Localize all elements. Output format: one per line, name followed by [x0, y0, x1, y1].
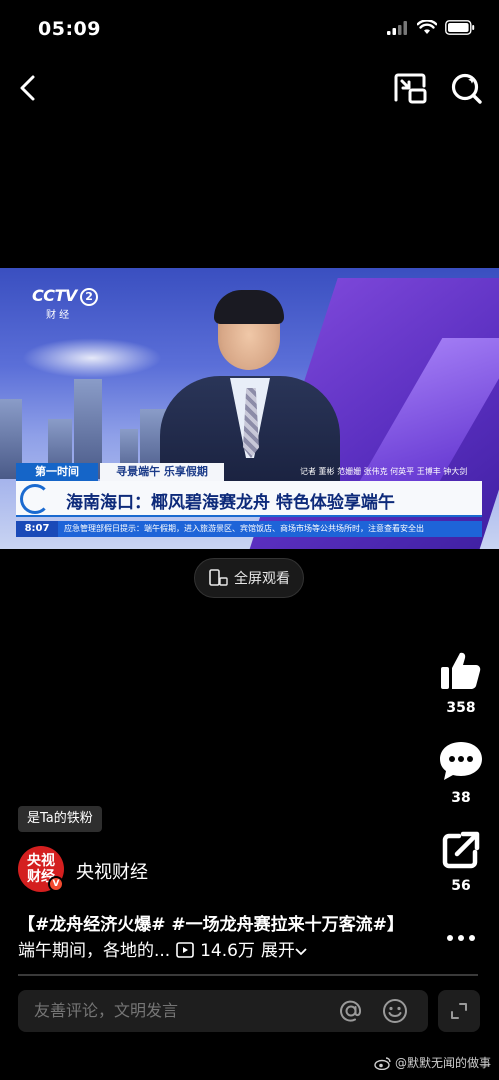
- verified-badge-icon: V: [48, 876, 64, 892]
- watermark-text: @默默无闻的做事: [394, 1056, 491, 1070]
- fullscreen-button[interactable]: 全屏观看: [194, 558, 304, 598]
- caption-text: 端午期间，各地的...: [18, 941, 171, 961]
- news-headline: 海南海口：椰风碧海赛龙舟 特色体验享端午: [66, 493, 395, 513]
- news-ticker: 应急管理部假日提示：端午假期，进入旅游景区、宾馆饭店、商场市场等公共场所时，注意…: [58, 521, 482, 537]
- news-anchor-hair: [214, 290, 284, 324]
- video-progress-bar[interactable]: [18, 974, 478, 976]
- topic-tag: 寻景端午 乐享假期: [100, 463, 224, 481]
- more-dot-icon: [447, 935, 453, 941]
- status-icons: [387, 20, 475, 35]
- comment-button[interactable]: 38: [432, 740, 490, 806]
- comment-input[interactable]: [34, 990, 324, 1032]
- cctv-logo: CCTV 2: [32, 286, 98, 306]
- cctv-channel-sub: 财 经: [46, 310, 70, 321]
- comment-bar: [18, 990, 428, 1032]
- weibo-logo-icon: [374, 1056, 391, 1070]
- author-name[interactable]: 央视财经: [76, 858, 148, 884]
- battery-icon: [445, 20, 475, 35]
- mention-icon[interactable]: [338, 998, 364, 1024]
- cctv-channel-number: 2: [79, 287, 98, 306]
- cctv-logo-text: CCTV: [32, 286, 77, 305]
- comment-bubble-icon: [440, 742, 482, 780]
- signal-icon: [387, 20, 407, 35]
- weibo-watermark: @默默无闻的做事: [374, 1054, 491, 1071]
- chevron-down-icon: [295, 948, 307, 956]
- expand-label: 展开: [260, 941, 295, 961]
- fullscreen-label: 全屏观看: [234, 571, 290, 587]
- fan-badge: 是Ta的铁粉: [18, 806, 102, 832]
- expand-caption-button[interactable]: 展开: [261, 941, 307, 961]
- view-count: 14.6万: [200, 941, 255, 961]
- more-options-button[interactable]: [440, 926, 482, 950]
- search-button[interactable]: [448, 70, 486, 108]
- back-button[interactable]: [12, 70, 42, 106]
- video-caption[interactable]: 【#龙舟经济火爆# #一场龙舟赛拉来十万客流#】 端午期间，各地的... 14.…: [18, 912, 418, 964]
- more-dot-icon: [458, 935, 464, 941]
- more-dot-icon: [469, 935, 475, 941]
- search-icon: [451, 73, 482, 104]
- expand-icon: [451, 1003, 467, 1019]
- reporter-credit: 记者 董彬 范姗姗 张伟克 何英平 王博丰 钟大剑: [300, 467, 468, 476]
- picture-in-picture-button[interactable]: [392, 72, 428, 106]
- share-icon: [442, 831, 480, 869]
- video-cloud: [22, 338, 162, 378]
- program-tag: 第一时间: [16, 463, 98, 481]
- like-button[interactable]: 358: [432, 650, 490, 716]
- video-player[interactable]: CCTV 2 财 经 第一时间 寻景端午 乐享假期 记者 董彬 范姗姗 张伟克 何…: [0, 268, 499, 549]
- back-arrow-icon: [20, 75, 35, 101]
- like-count: 358: [446, 700, 476, 716]
- share-button[interactable]: 56: [432, 830, 490, 894]
- expand-comments-button[interactable]: [438, 990, 480, 1032]
- play-count-icon: [176, 942, 194, 958]
- thumbs-up-icon: [441, 652, 481, 689]
- share-count: 56: [451, 878, 471, 894]
- wifi-icon: [417, 20, 437, 34]
- emoji-icon[interactable]: [382, 998, 408, 1024]
- ticker-time: 8:07: [16, 521, 58, 537]
- pip-icon: [394, 73, 427, 104]
- cctv-swirl-icon: [20, 484, 50, 514]
- comment-count: 38: [451, 790, 471, 806]
- status-time: 05:09: [38, 18, 101, 40]
- caption-hashtags[interactable]: 【#龙舟经济火爆# #一场龙舟赛拉来十万客流#】: [18, 915, 404, 935]
- rotate-phone-icon: [209, 569, 228, 586]
